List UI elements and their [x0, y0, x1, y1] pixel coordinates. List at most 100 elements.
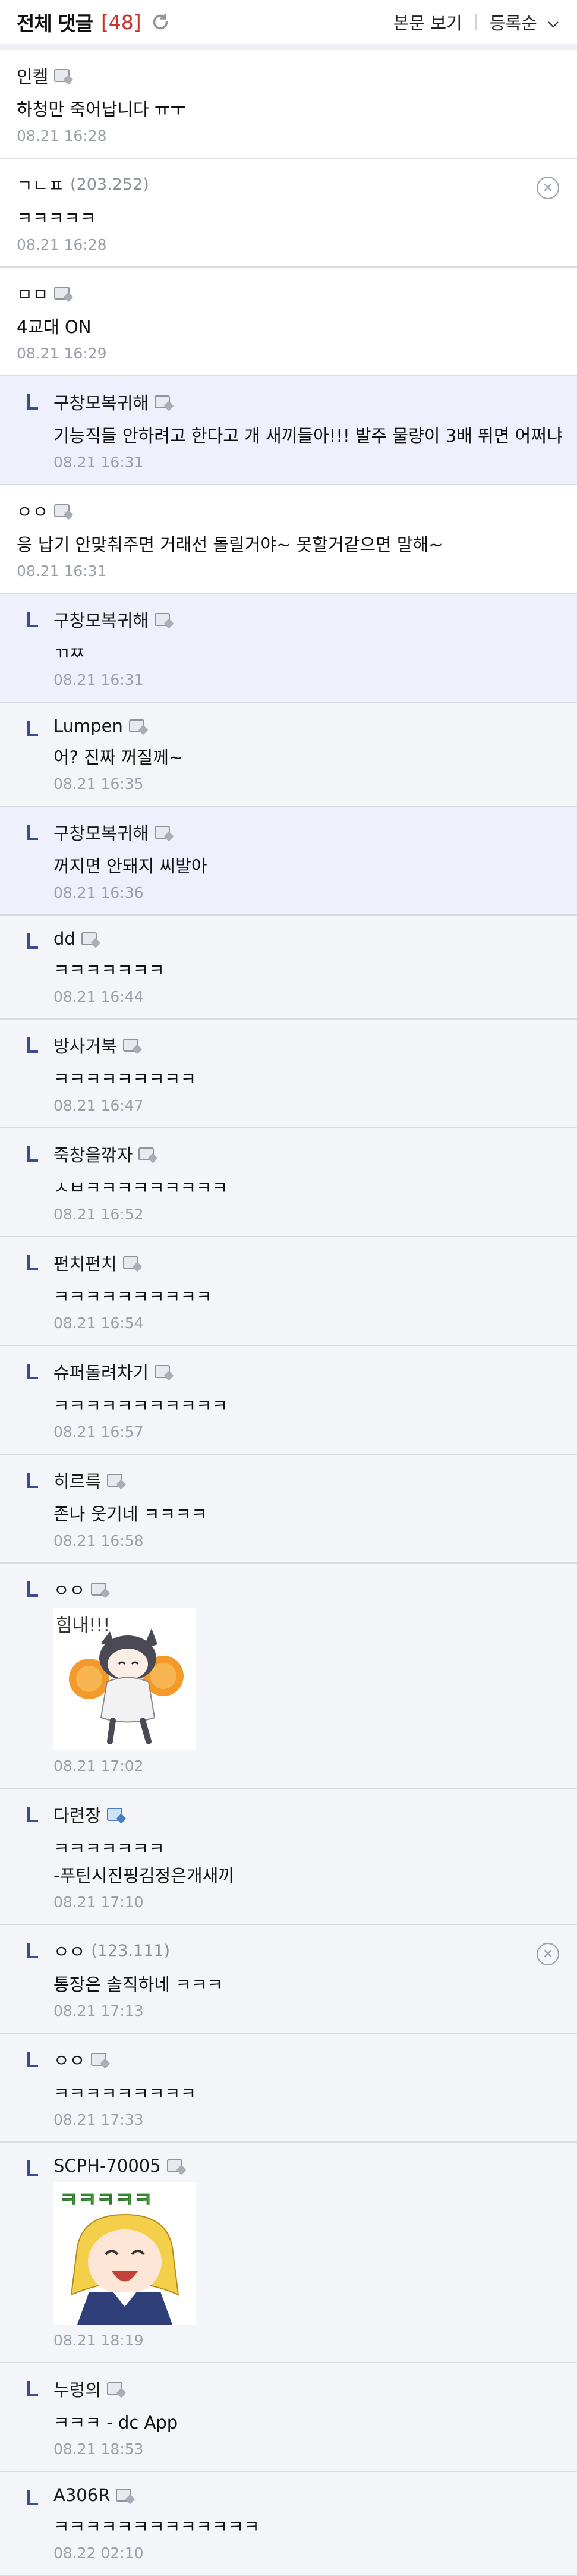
- comment-nickname[interactable]: ㅇㅇ: [53, 2047, 85, 2072]
- comment-date: 08.21 16:28: [17, 127, 107, 144]
- gallog-icon[interactable]: [155, 613, 171, 626]
- comment-nickname[interactable]: ㅇㅇ: [53, 1938, 85, 1963]
- gallog-icon[interactable]: [155, 826, 171, 839]
- gallog-icon[interactable]: [54, 504, 70, 517]
- comment-nickname[interactable]: 펀치펀치: [53, 1250, 117, 1275]
- comment-list: 인켈 하청만 죽어납니다 ㅠㅜ 08.21 16:28 ㄱㄴㅍ (203.252…: [0, 50, 577, 2576]
- comment-author-row: ㅇㅇ: [53, 1564, 560, 1602]
- comment-item: ㄱㄴㅍ (203.252) ㅋㅋㅋㅋㅋ 08.21 16:28 ✕: [0, 159, 577, 268]
- refresh-icon[interactable]: [150, 11, 171, 33]
- close-icon: ✕: [542, 180, 554, 196]
- comment-author-row: 구창모복귀해: [53, 376, 560, 414]
- view-article-button[interactable]: 본문 보기: [393, 10, 462, 34]
- comment-nickname[interactable]: 다련장: [53, 1802, 101, 1827]
- comment-nickname[interactable]: ㅁㅁ: [17, 281, 48, 306]
- comment-date: 08.21 16:47: [53, 1097, 144, 1114]
- comment-date: 08.21 18:53: [53, 2440, 144, 2458]
- comment-date: 08.21 16:31: [17, 562, 107, 580]
- gallog-icon[interactable]: [107, 2382, 123, 2395]
- comment-author-row: ㄱㄴㅍ (203.252): [17, 159, 560, 197]
- comment-nickname[interactable]: 죽창을깎자: [53, 1141, 133, 1166]
- comment-author-row: 구창모복귀해: [53, 807, 560, 845]
- comment-author-row: 히르륵: [53, 1455, 560, 1493]
- dccon-image: 힘내!!!: [53, 1602, 560, 1753]
- reply-arrow-icon: [27, 2160, 38, 2176]
- comment-date: 08.21 16:36: [53, 884, 144, 901]
- reply-arrow-icon: [27, 1037, 38, 1053]
- delete-comment-button[interactable]: ✕: [537, 177, 559, 199]
- comment-body: ㅋㅋㅋㅋㅋ: [17, 208, 96, 228]
- comment-nickname[interactable]: 구창모복귀해: [53, 607, 149, 632]
- gallog-icon[interactable]: [81, 932, 97, 945]
- comment-nickname[interactable]: 슈퍼돌려차기: [53, 1359, 149, 1384]
- comment-author-row: 인켈: [17, 50, 560, 88]
- comment-item: 구창모복귀해 꺼지면 안돼지 씨발아 08.21 16:36: [0, 807, 577, 916]
- comment-author-row: 방사거북: [53, 1020, 560, 1058]
- comment-nickname[interactable]: 구창모복귀해: [53, 389, 149, 414]
- comment-body: 통장은 솔직하네 ㅋㅋㅋ: [53, 1974, 223, 1995]
- gallog-icon[interactable]: [116, 2489, 132, 2502]
- comment-nickname[interactable]: 방사거북: [53, 1033, 117, 1058]
- comment-body: 기능직들 안하려고 한다고 개 새끼들아!!! 발주 물량이 3배 뛰면 어쩌냐: [53, 426, 563, 446]
- comment-author-row: 다련장: [53, 1789, 560, 1827]
- comment-date: 08.21 18:19: [53, 2332, 144, 2349]
- comment-nickname[interactable]: 인켈: [17, 63, 48, 88]
- sort-dropdown[interactable]: 등록순: [490, 10, 560, 34]
- comment-nickname[interactable]: 누렁의: [53, 2376, 101, 2401]
- comment-nickname[interactable]: 구창모복귀해: [53, 820, 149, 845]
- gallog-icon[interactable]: [54, 287, 70, 300]
- comment-item: dd ㅋㅋㅋㅋㅋㅋㅋ 08.21 16:44: [0, 916, 577, 1020]
- reply-arrow-icon: [27, 933, 38, 949]
- reply-arrow-icon: [27, 1364, 38, 1379]
- gallog-icon[interactable]: [54, 69, 70, 82]
- reply-arrow-icon: [27, 2052, 38, 2067]
- comment-item: 다련장 ㅋㅋㅋㅋㅋㅋㅋ -푸틴시진핑김정은개새끼 08.21 17:10: [0, 1789, 577, 1925]
- comment-author-row: A306R: [53, 2472, 560, 2505]
- comment-nickname[interactable]: ㄱㄴㅍ: [17, 172, 64, 197]
- delete-comment-button[interactable]: ✕: [537, 1943, 559, 1965]
- comment-date: 08.21 16:35: [53, 775, 144, 792]
- comment-body: ㄲㅉ: [53, 643, 86, 663]
- comment-item: 인켈 하청만 죽어납니다 ㅠㅜ 08.21 16:28: [0, 50, 577, 159]
- comment-nickname[interactable]: SCPH-70005: [53, 2156, 161, 2176]
- comment-nickname[interactable]: Lumpen: [53, 716, 123, 736]
- gallog-icon[interactable]: [122, 1256, 138, 1269]
- close-icon: ✕: [542, 1946, 554, 1962]
- gallog-icon[interactable]: [107, 1808, 123, 1821]
- comment-nickname[interactable]: dd: [53, 929, 75, 949]
- comment-date: 08.21 17:10: [53, 1894, 144, 1911]
- gallog-icon[interactable]: [107, 1474, 123, 1487]
- comment-author-row: 슈퍼돌려차기: [53, 1346, 560, 1384]
- gallog-icon[interactable]: [155, 1365, 171, 1378]
- reply-arrow-icon: [27, 1473, 38, 1488]
- comment-ip: (123.111): [91, 1941, 171, 1960]
- comment-item: 펀치펀치 ㅋㅋㅋㅋㅋㅋㅋㅋㅋㅋ 08.21 16:54: [0, 1237, 577, 1346]
- gallog-icon[interactable]: [128, 719, 144, 732]
- comment-header: 전체 댓글 [48] 본문 보기 등록순: [0, 0, 577, 50]
- gallog-icon[interactable]: [166, 2159, 182, 2172]
- reply-arrow-icon: [27, 394, 38, 410]
- reply-arrow-icon: [27, 612, 38, 627]
- comment-item: 죽창을깎자 ㅅㅂㅋㅋㅋㅋㅋㅋㅋㅋㅋ 08.21 16:52: [0, 1128, 577, 1237]
- reply-arrow-icon: [27, 2490, 38, 2505]
- comment-ip: (203.252): [70, 175, 149, 194]
- comment-body: ㅋㅋㅋㅋㅋㅋㅋㅋㅋㅋㅋㅋㅋ: [53, 2517, 260, 2537]
- comment-body: 어? 진짜 꺼질께~: [53, 747, 184, 768]
- comment-nickname[interactable]: ㅇㅇ: [17, 498, 48, 523]
- gallog-icon[interactable]: [155, 395, 171, 408]
- comment-nickname[interactable]: ㅇㅇ: [53, 1577, 85, 1602]
- comment-nickname[interactable]: A306R: [53, 2485, 110, 2505]
- comment-author-row: 누렁의: [53, 2363, 560, 2401]
- gallog-icon[interactable]: [138, 1147, 155, 1160]
- comment-nickname[interactable]: 히르륵: [53, 1468, 101, 1493]
- gallog-icon[interactable]: [122, 1039, 138, 1052]
- gallog-icon[interactable]: [91, 2053, 107, 2066]
- chevron-down-icon: [548, 21, 559, 28]
- gallog-icon[interactable]: [91, 1583, 107, 1596]
- dccon-cheer-image: 힘내!!!: [53, 1608, 196, 1750]
- reply-arrow-icon: [27, 2381, 38, 2396]
- reply-arrow-icon: [27, 1807, 38, 1822]
- comment-author-row: 펀치펀치: [53, 1237, 560, 1275]
- reply-arrow-icon: [27, 1146, 38, 1162]
- sort-label: 등록순: [489, 13, 537, 33]
